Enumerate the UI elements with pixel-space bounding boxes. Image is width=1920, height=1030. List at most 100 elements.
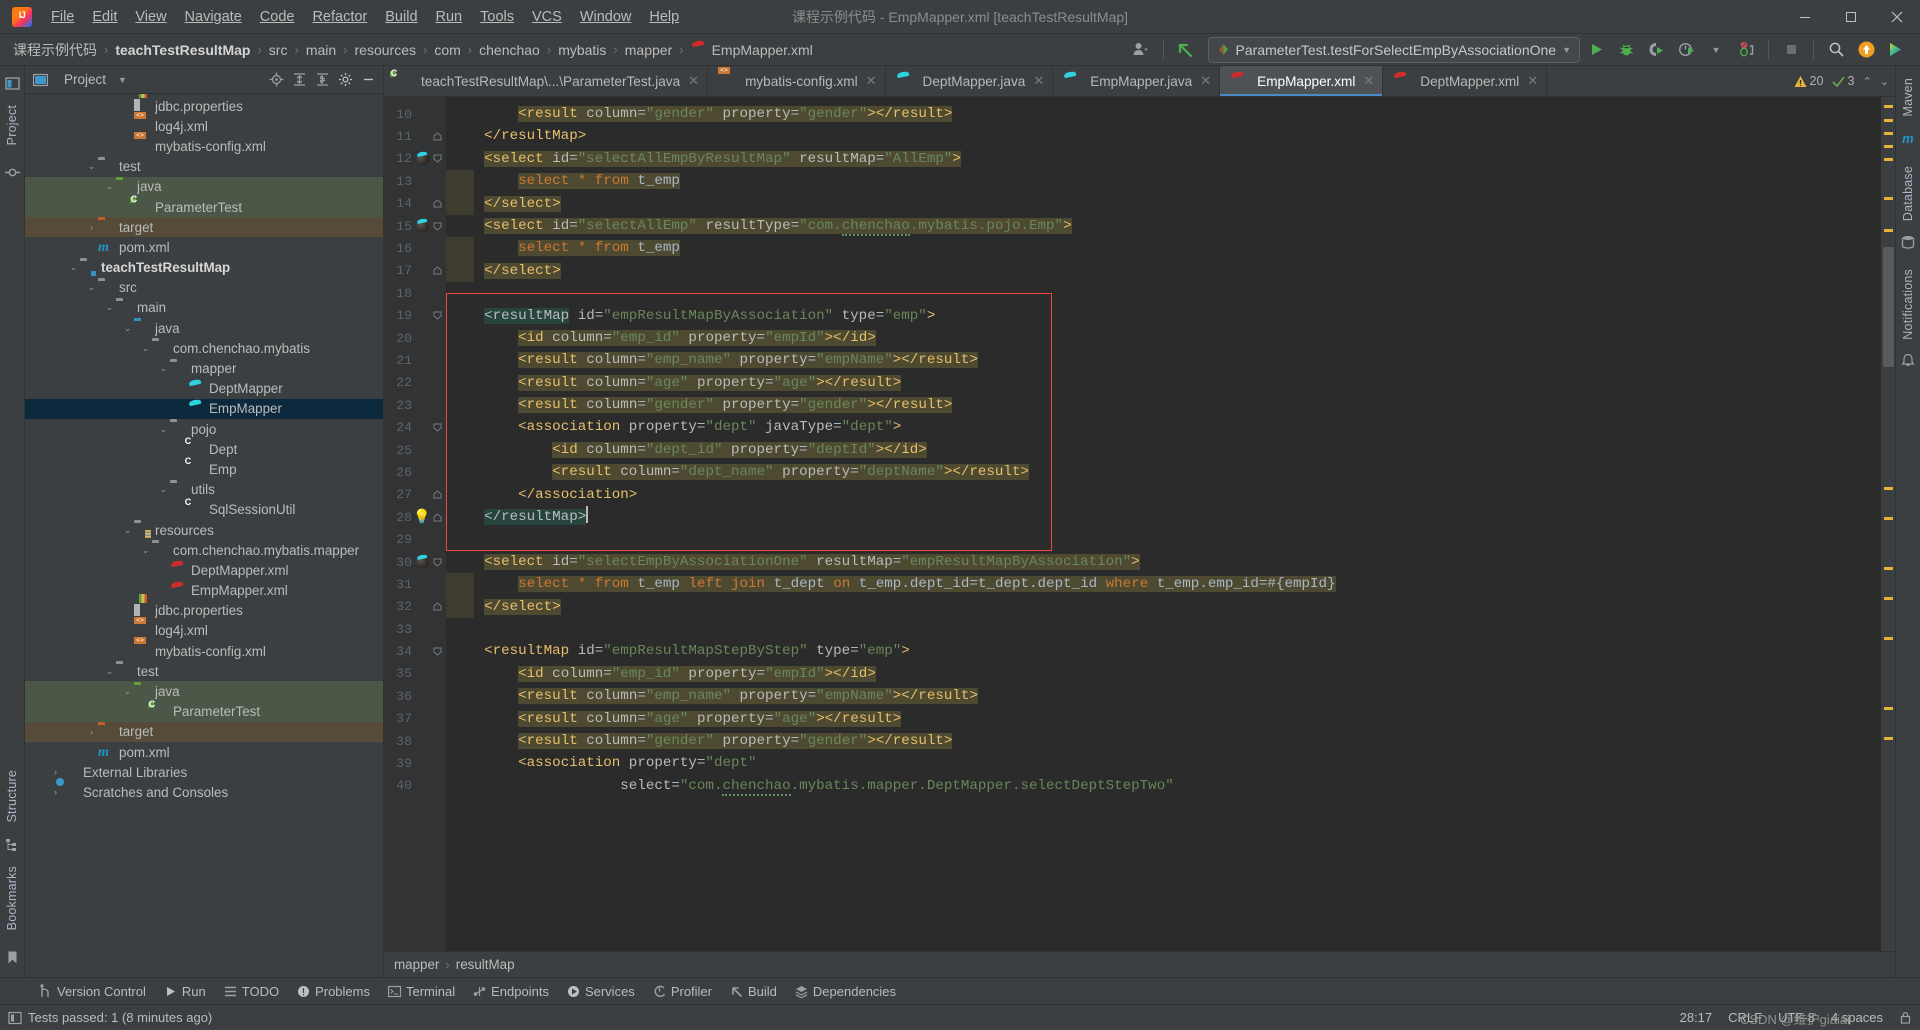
gutter-line-34[interactable]: 34	[384, 640, 446, 662]
code-line-18[interactable]	[446, 282, 1881, 304]
gutter-line-20[interactable]: 20	[384, 327, 446, 349]
menu-window[interactable]: Window	[571, 4, 641, 30]
gutter-line-22[interactable]: 22	[384, 372, 446, 394]
sidebar-item-bookmarks[interactable]: Bookmarks	[1, 858, 23, 938]
weak-warning-count[interactable]: 3	[1831, 74, 1855, 88]
tree-node-java[interactable]: ⌄ java	[25, 318, 383, 338]
commit-tool-icon[interactable]	[4, 159, 20, 186]
editor-tab-parametertest[interactable]: teachTestResultMap\...\ParameterTest.jav…	[384, 66, 709, 96]
editor-breadcrumb-item-mapper[interactable]: mapper	[394, 957, 439, 972]
code-line-32[interactable]: </select>	[446, 595, 1881, 618]
bottom-tab-run[interactable]: Run	[156, 981, 214, 1002]
gutter-line-40[interactable]: 40	[384, 775, 446, 797]
tree-expand-arrow-icon[interactable]: ⌄	[121, 681, 134, 701]
settings-gear-icon[interactable]	[334, 69, 356, 91]
tree-node-jdbc-properties[interactable]: jdbc.properties	[25, 601, 383, 621]
tree-node-dept[interactable]: Dept	[25, 439, 383, 459]
breadcrumb-item-7[interactable]: mybatis	[553, 40, 611, 60]
caret-position[interactable]: 28:17	[1680, 1010, 1713, 1025]
vcs-update-arrow-icon[interactable]	[1172, 37, 1200, 63]
code-line-36[interactable]: <result column="emp_name" property="empN…	[446, 685, 1881, 707]
tree-node-pom-xml[interactable]: m pom.xml	[25, 237, 383, 257]
gutter-line-21[interactable]: 21	[384, 349, 446, 371]
stop-button[interactable]	[1777, 37, 1805, 63]
tree-node-empmapper-xml[interactable]: EmpMapper.xml	[25, 581, 383, 601]
tree-node-log4j-xml[interactable]: log4j.xml	[25, 621, 383, 641]
code-line-15[interactable]: <select id="selectAllEmp" resultType="co…	[446, 215, 1881, 237]
tree-expand-arrow-icon[interactable]: ⌄	[139, 338, 152, 358]
gutter-line-23[interactable]: 23	[384, 394, 446, 416]
menu-tools[interactable]: Tools	[471, 4, 523, 30]
inspection-widget[interactable]: 20 3 ⌃ ⌄	[1788, 66, 1895, 96]
bottom-tab-services[interactable]: Services	[559, 981, 643, 1002]
breadcrumb-item-2[interactable]: src	[264, 40, 293, 60]
tree-expand-arrow-icon[interactable]: ›	[85, 217, 98, 237]
gutter-line-24[interactable]: 24	[384, 416, 446, 438]
gutter-line-38[interactable]: 38	[384, 730, 446, 752]
update-project-button[interactable]	[1852, 37, 1880, 63]
tree-node-mybatis-config-xml[interactable]: mybatis-config.xml	[25, 641, 383, 661]
code-line-19[interactable]: <resultMap id="empResultMapByAssociation…	[446, 305, 1881, 327]
notifications-bell-icon[interactable]	[1901, 347, 1915, 373]
code-line-40[interactable]: select="com.chenchao.mybatis.mapper.Dept…	[446, 775, 1881, 797]
tree-node-sqlsessionutil[interactable]: SqlSessionUtil	[25, 500, 383, 520]
tree-node-teachtestresultmap[interactable]: ⌄ teachTestResultMap	[25, 258, 383, 278]
breadcrumb-item-4[interactable]: resources	[350, 40, 421, 60]
gutter-line-32[interactable]: 32	[384, 596, 446, 618]
bottom-tab-todo[interactable]: TODO	[216, 981, 287, 1002]
close-icon[interactable]: ✕	[688, 73, 699, 89]
warning-count[interactable]: 20	[1794, 74, 1824, 88]
menu-help[interactable]: Help	[640, 4, 688, 30]
tree-node-log4j-xml[interactable]: log4j.xml	[25, 116, 383, 136]
tree-node-src[interactable]: ⌄ src	[25, 278, 383, 298]
tree-expand-arrow-icon[interactable]	[175, 379, 188, 399]
editor-tab-empmapper-java[interactable]: EmpMapper.java ✕	[1053, 66, 1221, 96]
code-line-22[interactable]: <result column="age" property="age"></re…	[446, 372, 1881, 394]
tree-expand-arrow-icon[interactable]	[121, 96, 134, 116]
tree-node-target[interactable]: › target	[25, 721, 383, 742]
code-line-39[interactable]: <association property="dept"	[446, 752, 1881, 774]
tree-expand-arrow-icon[interactable]	[157, 581, 170, 601]
menu-build[interactable]: Build	[376, 4, 426, 30]
tree-expand-arrow-icon[interactable]: ⌄	[103, 177, 116, 197]
code-line-26[interactable]: <result column="dept_name" property="dep…	[446, 461, 1881, 483]
breadcrumb-item-3[interactable]: main	[301, 40, 341, 60]
tree-expand-arrow-icon[interactable]: ⌄	[103, 298, 116, 318]
gutter-line-10[interactable]: 10	[384, 103, 446, 125]
gutter-line-16[interactable]: 16	[384, 237, 446, 259]
tree-node-parametertest[interactable]: ParameterTest	[25, 701, 383, 722]
tree-expand-arrow-icon[interactable]	[121, 601, 134, 621]
gutter-line-17[interactable]: 17	[384, 260, 446, 282]
code-line-35[interactable]: <id column="emp_id" property="empId"></i…	[446, 663, 1881, 685]
attach-process-button[interactable]	[1732, 37, 1760, 63]
gutter-line-39[interactable]: 39	[384, 752, 446, 774]
tree-node-main[interactable]: ⌄ main	[25, 298, 383, 318]
code-line-12[interactable]: <select id="selectAllEmpByResultMap" res…	[446, 148, 1881, 170]
search-everywhere-button[interactable]	[1822, 37, 1850, 63]
project-tool-icon[interactable]	[4, 70, 20, 97]
profiler-button[interactable]	[1672, 37, 1700, 63]
gutter-line-18[interactable]: 18	[384, 282, 446, 304]
code-line-17[interactable]: </select>	[446, 259, 1881, 283]
breadcrumb[interactable]: 课程示例代码 › teachTestResultMap › src › main…	[8, 34, 818, 65]
tree-node-utils[interactable]: ⌄ utils	[25, 480, 383, 500]
menu-file[interactable]: File	[42, 4, 83, 30]
lock-icon[interactable]	[1899, 1011, 1912, 1024]
close-button[interactable]	[1874, 0, 1920, 34]
collapse-all-icon[interactable]	[311, 69, 333, 91]
tree-node-deptmapper-xml[interactable]: DeptMapper.xml	[25, 560, 383, 580]
code-line-34[interactable]: <resultMap id="empResultMapStepByStep" t…	[446, 640, 1881, 662]
tree-expand-arrow-icon[interactable]: ⌄	[157, 480, 170, 500]
fold-handle-icon[interactable]	[430, 490, 444, 499]
user-account-icon[interactable]	[1127, 37, 1155, 63]
code-line-28[interactable]: </resultMap>	[446, 506, 1881, 528]
fold-handle-icon[interactable]	[430, 647, 444, 656]
sidebar-item-notifications[interactable]: Notifications	[1897, 261, 1919, 348]
gutter-line-25[interactable]: 25	[384, 439, 446, 461]
project-tree[interactable]: jdbc.properties log4j.xml mybatis-config.x…	[25, 94, 383, 977]
tree-node-parametertest[interactable]: ParameterTest	[25, 196, 383, 218]
close-icon[interactable]: ✕	[1200, 73, 1211, 89]
tree-expand-arrow-icon[interactable]	[85, 237, 98, 257]
maximize-button[interactable]	[1828, 0, 1874, 34]
code-line-30[interactable]: <select id="selectEmpByAssociationOne" r…	[446, 551, 1881, 573]
